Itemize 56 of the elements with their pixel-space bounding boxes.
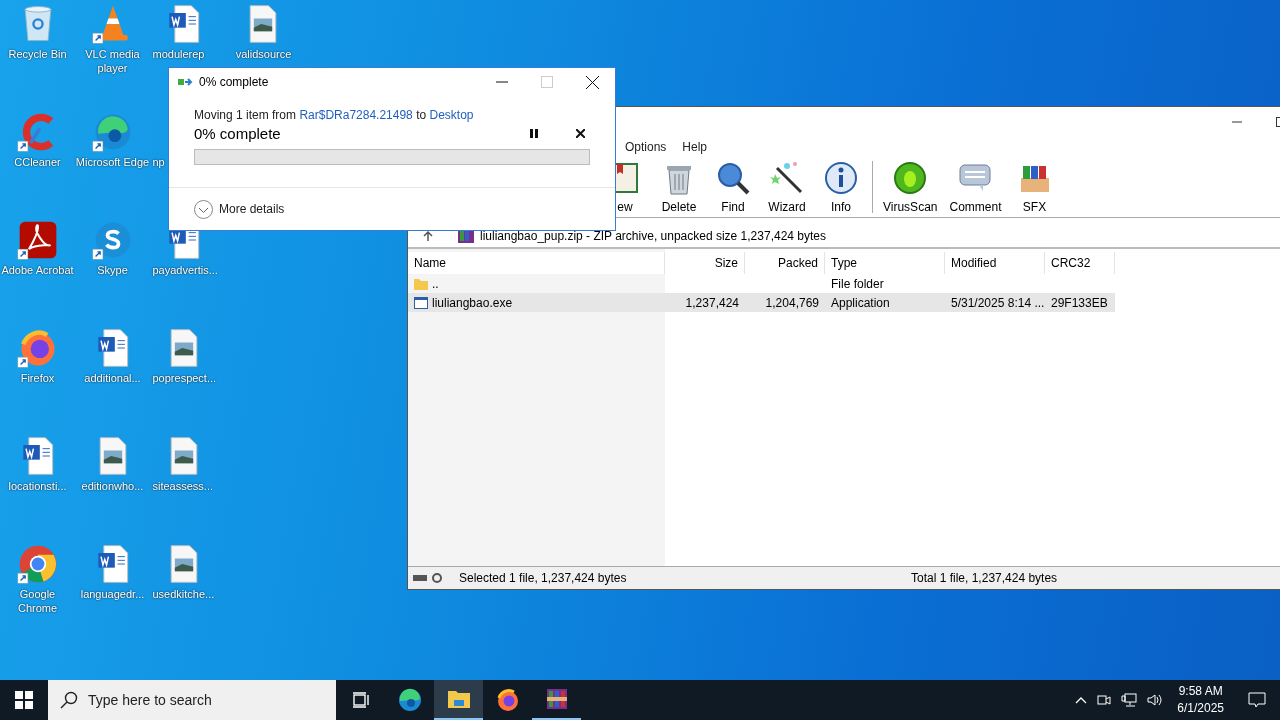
toolbar-button[interactable]: VirusScan [877, 160, 944, 214]
icon-label: siteassess... [151, 479, 215, 493]
icon-label: additional... [83, 371, 142, 385]
menu-item[interactable]: Options [625, 140, 667, 154]
column-header[interactable]: CRC32 [1045, 252, 1115, 274]
icon-label: usedkitche... [151, 587, 216, 601]
clock-date[interactable]: 6/1/2025 [1177, 700, 1224, 717]
icon-label: locationsti... [7, 479, 68, 493]
menu-item[interactable]: Help [682, 140, 708, 154]
toolbar-button[interactable]: Delete [652, 160, 706, 214]
icon-label: VLC media player [84, 47, 141, 75]
icon-label: editionwho... [80, 479, 145, 493]
file-row[interactable]: .. File folder [408, 274, 1115, 293]
table-cell: 5/31/2025 8:14 ... [951, 295, 1045, 310]
path-text: liuliangbao_pup.zip - ZIP archive, unpacked size 1,237,424 bytes [480, 229, 826, 243]
status-text: Total 1 file, 1,237,424 bytes [911, 571, 1058, 585]
icon-label: poprespect... [151, 371, 218, 385]
icon-label: Recycle Bin [7, 47, 68, 61]
search-field[interactable]: Type here to search [48, 680, 336, 720]
table-cell: Application [831, 295, 890, 310]
table-cell: 29F133EB [1051, 295, 1108, 310]
progress-heading: 0% complete [194, 125, 282, 142]
icon-label: languagedr... [79, 587, 146, 601]
table-cell: 1,204,769 [765, 295, 819, 310]
column-header[interactable]: Type [825, 252, 945, 274]
icon-label: modulerep [151, 47, 206, 61]
icon-label: np [151, 155, 166, 169]
table-cell: 1,237,424 [685, 295, 739, 310]
column-header[interactable]: Packed [745, 252, 825, 274]
toolbar-button[interactable]: Comment [943, 160, 1008, 214]
window-title: 0% complete [199, 75, 270, 89]
column-header[interactable]: Modified [945, 252, 1045, 274]
icon-label: Microsoft Edge [75, 155, 150, 169]
column-header[interactable]: Name [408, 252, 665, 274]
column-header[interactable]: Size [665, 252, 745, 274]
table-cell: File folder [831, 276, 884, 291]
icon-label: Firefox [19, 371, 56, 385]
source-link[interactable]: Rar$DRa7284.21498 [299, 108, 413, 122]
table-cell: liuliangbao.exe [432, 295, 513, 310]
icon-label: Adobe Acrobat [0, 263, 75, 277]
file-row[interactable]: liuliangbao.exe 1,237,424 1,204,769 Application 5/31/2025 8:14 ... 29F133EB [408, 293, 1115, 312]
toolbar-button[interactable]: Info [814, 160, 868, 214]
table-cell: .. [432, 276, 439, 291]
destination-link[interactable]: Desktop [429, 108, 474, 122]
icon-label: payadvertis... [151, 263, 219, 277]
clock-time[interactable]: 9:58 AM [1178, 683, 1223, 700]
more-details-button[interactable]: More details [194, 199, 285, 219]
toolbar-button[interactable]: Find [706, 160, 760, 214]
toolbar-button[interactable]: Wizard [760, 160, 814, 214]
icon-label: validsource [234, 47, 293, 61]
icon-label: CCleaner [13, 155, 62, 169]
icon-label: Google Chrome [16, 587, 59, 615]
move-message: Moving 1 item from Rar$DRa7284.21498 to Desktop [194, 108, 475, 122]
icon-label: Skype [96, 263, 129, 277]
toolbar-button[interactable]: SFX [1007, 160, 1062, 214]
status-text: Selected 1 file, 1,237,424 bytes [459, 571, 628, 585]
